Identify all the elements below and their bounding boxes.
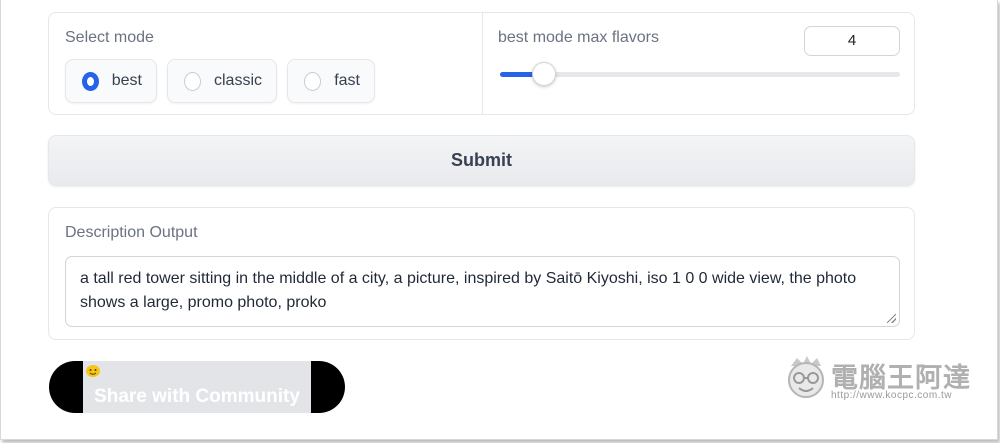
radio-circle-icon [304,71,322,91]
radio-label: classic [213,72,262,89]
flavors-slider-thumb[interactable] [532,62,556,86]
radio-label: fast [334,72,360,89]
app-frame: Select mode best classic fast best mode … [0,0,998,440]
radio-fast[interactable]: fast [287,59,375,103]
share-button-face: Share with Community [83,361,311,413]
watermark-logo: 電腦王阿達 http://www.kocpc.com.tw [781,350,981,410]
mode-label: Select mode [65,29,154,46]
mascot-face-icon [788,356,824,398]
output-textarea[interactable]: a tall red tower sitting in the middle o… [65,256,900,327]
resize-grip-icon[interactable] [887,314,896,323]
radio-best[interactable]: best [65,59,157,103]
settings-panel: Select mode best classic fast best mode … [48,12,915,115]
radio-circle-icon [82,71,99,91]
watermark-url: http://www.kocpc.com.tw [831,390,952,401]
radio-label: best [111,72,142,89]
share-label: Share with Community [94,386,300,407]
output-label: Description Output [65,224,198,241]
radio-circle-icon [184,71,201,91]
mode-selector: Select mode best classic fast [49,13,483,114]
flavors-label: best mode max flavors [498,29,659,46]
hugging-face-icon [86,365,100,377]
flavors-number-input[interactable]: 4 [804,26,900,56]
flavors-control: best mode max flavors 4 [484,13,914,114]
radio-classic[interactable]: classic [167,59,277,103]
submit-button[interactable]: Submit [48,135,915,186]
output-panel: Description Output a tall red tower sitt… [48,207,915,340]
flavors-slider-track[interactable] [500,72,900,77]
output-text: a tall red tower sitting in the middle o… [80,270,857,311]
share-button[interactable]: Share with Community [49,361,345,413]
